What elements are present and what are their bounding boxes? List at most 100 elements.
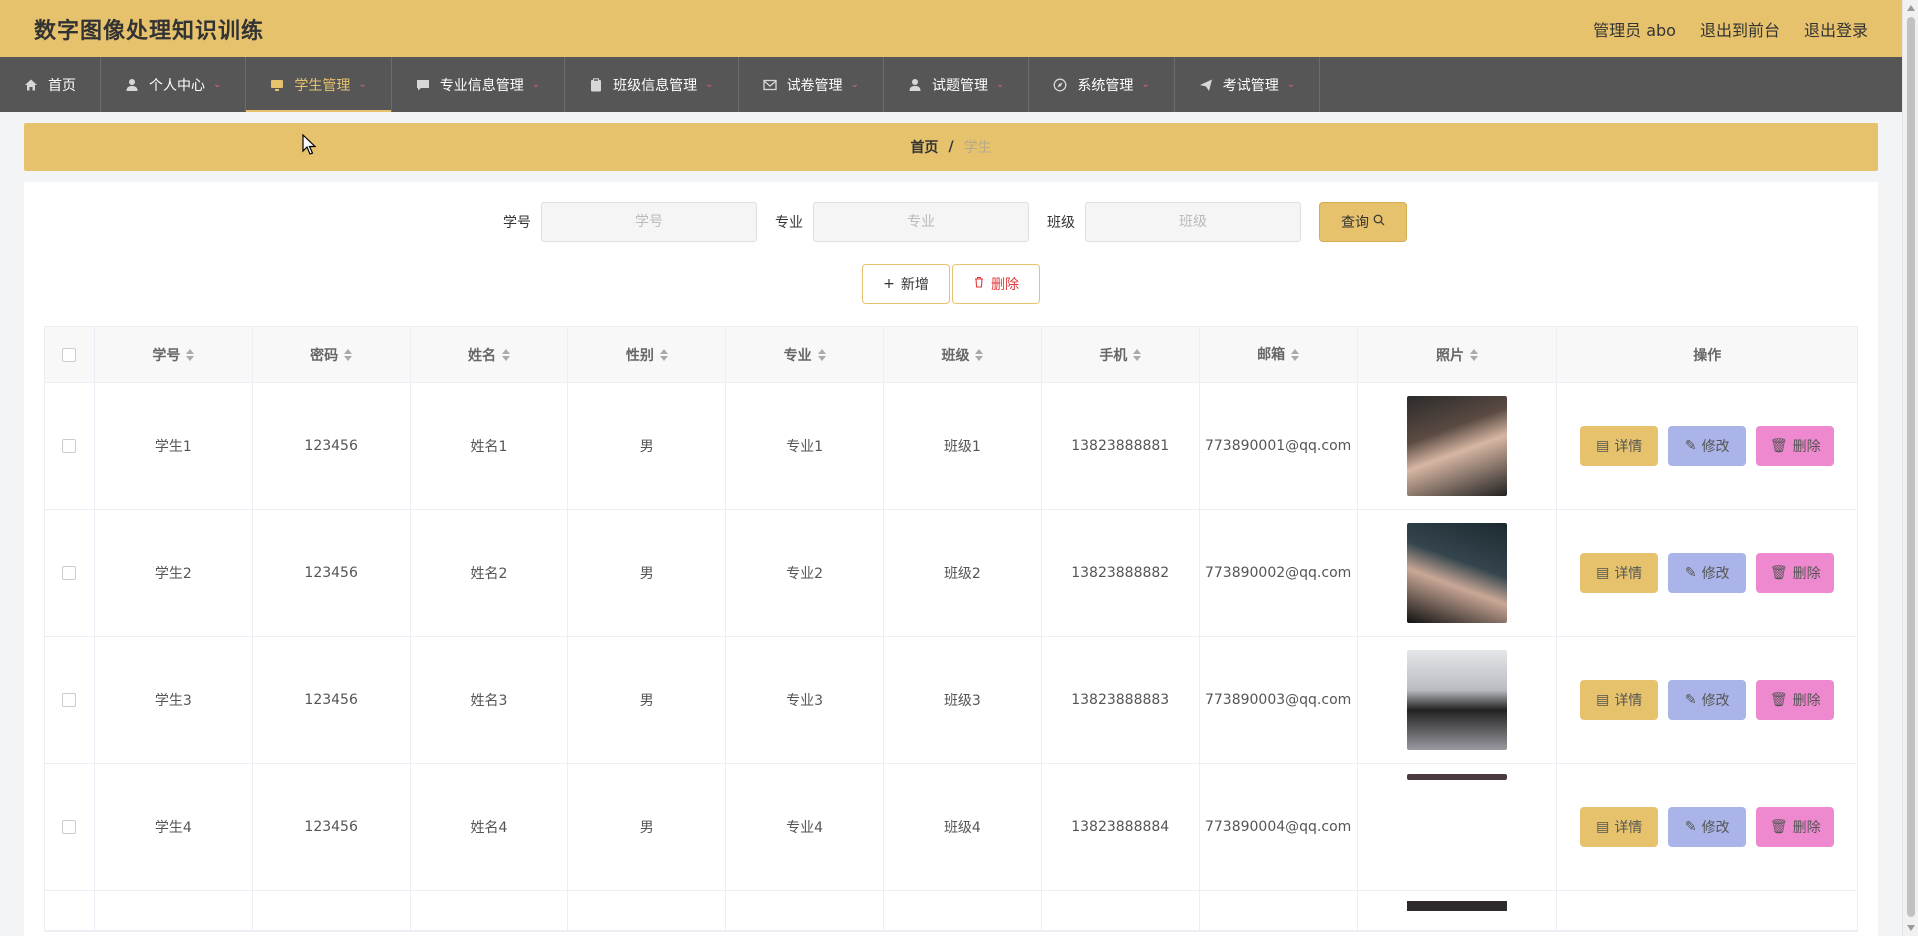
nav-item-paper-management[interactable]: 试卷管理 ⌄ [739,57,884,112]
nav-item-question-management[interactable]: 试题管理 ⌄ [884,57,1030,112]
chevron-down-icon: ⌄ [1141,79,1150,90]
detail-button[interactable]: ▤ 详情 [1580,807,1659,847]
top-actions: 管理员 abo 退出到前台 退出登录 [1593,17,1868,41]
top-header: 数字图像处理知识训练 管理员 abo 退出到前台 退出登录 [0,0,1902,57]
delete-label: 删除 [1792,566,1821,582]
detail-button[interactable]: ▤ 详情 [1580,426,1659,466]
column-label: 邮箱 [1257,346,1286,363]
cell-gender: 男 [568,637,727,763]
row-checkbox[interactable] [62,693,77,707]
vertical-scrollbar[interactable] [1902,0,1918,936]
column-label: 操作 [1693,347,1722,364]
table-row: 学生4 123456 姓名4 男 专业4 班级4 13823888884 773… [45,764,1857,891]
column-label: 照片 [1435,347,1464,364]
column-header[interactable]: 邮箱 [1200,327,1358,382]
sort-icon [1291,348,1300,361]
detail-label: 详情 [1614,439,1643,455]
cell-student-id: 学生2 [95,510,253,636]
nav-label: 首页 [48,77,76,94]
student-photo[interactable] [1407,650,1507,750]
cell-major: 专业1 [726,383,884,509]
breadcrumb-separator: / [948,139,954,155]
breadcrumb-home[interactable]: 首页 [910,137,938,157]
major-input[interactable] [813,202,1029,242]
nav-item-exam-management[interactable]: 考试管理 ⌄ [1175,57,1321,112]
student-photo[interactable] [1406,901,1507,911]
clipboard-icon [589,77,603,92]
cell-operations: ▤ 详情 ✎ 修改 🗑 删除 [1557,764,1857,890]
search-icon [1373,214,1385,230]
detail-button[interactable]: ▤ 详情 [1580,553,1659,593]
nav-item-major-management[interactable]: 专业信息管理 ⌄ [392,57,566,112]
scrollbar-thumb[interactable] [1907,17,1915,917]
column-header[interactable]: 学号 [95,327,253,382]
cell-photo [1358,510,1558,636]
nav-label: 考试管理 [1222,77,1279,94]
detail-label: 详情 [1614,566,1643,582]
class-label: 班级 [1047,215,1075,231]
sort-icon [817,348,826,361]
class-input[interactable] [1085,202,1301,242]
column-label: 学号 [152,347,181,364]
sort-icon [502,348,510,361]
column-header[interactable]: 姓名 [411,327,569,382]
back-to-frontend-link[interactable]: 退出到前台 [1700,17,1780,41]
row-checkbox[interactable] [62,439,77,453]
student-id-input[interactable] [541,202,757,242]
query-label: 查询 [1341,215,1369,231]
nav-item-class-management[interactable]: 班级信息管理 ⌄ [565,57,739,112]
select-all-checkbox[interactable] [62,347,77,362]
cell-gender: 男 [568,764,727,890]
column-header[interactable]: 班级 [884,327,1042,382]
add-label: 新增 [900,277,929,293]
column-header[interactable]: 手机 [1042,327,1200,382]
column-header[interactable]: 照片 [1358,327,1558,382]
student-photo[interactable] [1407,774,1507,780]
delete-button[interactable]: 🗑 删除 [1756,807,1835,847]
breadcrumb-current: 学生 [963,140,992,156]
edit-button[interactable]: ✎ 修改 [1668,426,1747,466]
nav-label: 班级信息管理 [613,77,698,94]
sort-icon [975,348,984,361]
edit-button[interactable]: ✎ 修改 [1668,680,1747,720]
nav-item-system-management[interactable]: 系统管理 ⌄ [1029,57,1175,112]
delete-button[interactable]: 🗑 删除 [1756,553,1835,593]
nav-item-student-management[interactable]: 学生管理 ⌄ [246,57,392,112]
nav-item-home[interactable]: 首页 [0,57,101,112]
bulk-delete-button[interactable]: 删除 [952,264,1040,304]
delete-button[interactable]: 🗑 删除 [1756,426,1835,466]
scroll-up-icon[interactable] [1907,5,1915,11]
cell-major: 专业3 [726,637,884,763]
cell-name: 姓名1 [411,383,569,509]
document-icon: ▤ [1596,565,1610,581]
scroll-down-icon[interactable] [1907,925,1915,931]
cell-student-id: 学生3 [95,637,253,763]
cell-email: 773890003@qq.com [1200,637,1358,763]
query-button[interactable]: 查询 [1319,202,1407,242]
chevron-down-icon: ⌄ [358,79,367,90]
delete-button[interactable]: 🗑 删除 [1756,680,1835,720]
edit-button[interactable]: ✎ 修改 [1668,807,1747,847]
column-label: 性别 [625,347,654,364]
sort-icon [1133,348,1142,361]
home-icon [24,78,38,92]
logout-link[interactable]: 退出登录 [1804,17,1868,41]
column-header[interactable]: 性别 [568,327,727,382]
row-select-cell [45,891,95,930]
row-checkbox[interactable] [62,566,77,580]
trash-icon: 🗑 [1769,565,1788,581]
column-label: 手机 [1099,347,1128,364]
student-photo[interactable] [1407,396,1507,496]
cell-class: 班级4 [884,764,1042,890]
mail-icon [762,78,777,92]
column-header[interactable]: 专业 [726,327,885,382]
nav-item-personal-center[interactable]: 个人中心 ⌄ [101,57,247,112]
edit-button[interactable]: ✎ 修改 [1668,553,1747,593]
cell-password: 123456 [253,383,411,509]
row-checkbox[interactable] [62,820,77,834]
student-photo[interactable] [1407,523,1507,623]
add-button[interactable]: + 新增 [862,264,950,304]
column-header[interactable]: 密码 [253,327,411,382]
trash-icon: 🗑 [1769,819,1788,835]
detail-button[interactable]: ▤ 详情 [1580,680,1659,720]
